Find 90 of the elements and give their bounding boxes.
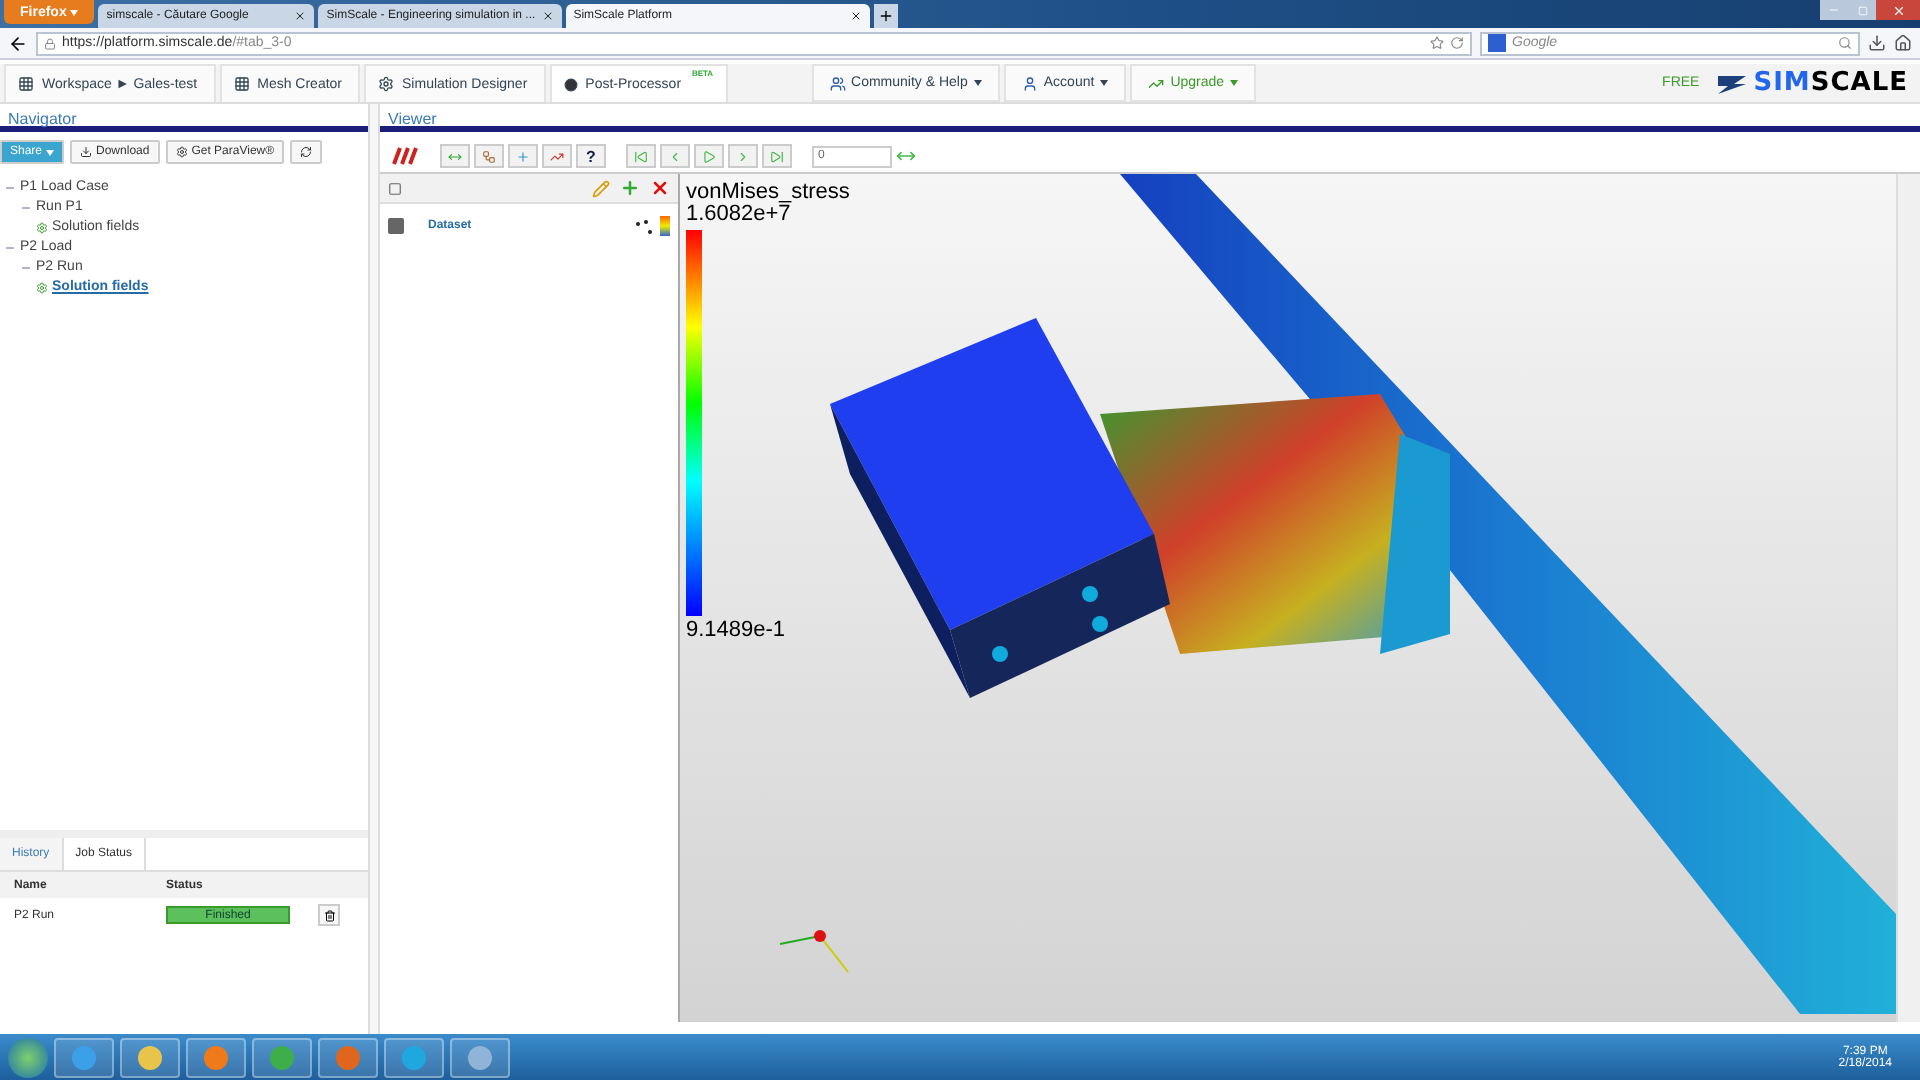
delete-icon[interactable] [650, 178, 670, 198]
caret-icon [973, 80, 982, 86]
logo-text: SIMSCALE [1753, 68, 1908, 98]
skip-forward-icon [770, 149, 784, 163]
maximize-icon [1857, 5, 1867, 15]
chevron-right-icon [736, 149, 750, 163]
arrow-up-icon [1148, 75, 1165, 91]
start-button[interactable] [8, 1037, 48, 1077]
refresh-icon [300, 146, 313, 158]
user-icon [1021, 75, 1038, 91]
minimize-button[interactable] [1820, 0, 1848, 20]
search-engine-icon [1488, 34, 1506, 52]
caret-icon [70, 9, 79, 15]
taskbar-app[interactable] [120, 1037, 180, 1077]
home-icon[interactable] [1894, 34, 1912, 52]
panel-title: Viewer [380, 104, 1920, 132]
stretch-icon[interactable] [896, 146, 916, 166]
close-icon[interactable] [294, 10, 307, 22]
users-icon [829, 75, 846, 91]
axes-button[interactable] [474, 144, 504, 168]
grid-icon [233, 76, 250, 92]
dots-icon [636, 219, 652, 233]
nodes-icon [482, 149, 496, 163]
refresh-button[interactable] [290, 140, 323, 164]
previous-frame-button[interactable] [660, 144, 690, 168]
add-icon[interactable] [620, 178, 640, 198]
app-icon [72, 1045, 96, 1069]
close-button[interactable] [1876, 0, 1920, 20]
app-icon [270, 1045, 294, 1069]
lock-icon [44, 37, 56, 49]
chevron-left-icon [668, 149, 682, 163]
close-icon[interactable] [849, 10, 862, 22]
scrollbar[interactable] [1896, 174, 1920, 1022]
reload-icon[interactable] [1450, 36, 1464, 50]
back-icon[interactable] [8, 33, 28, 53]
3d-viewport[interactable]: vonMises_stress 1.6082e+7 9.1489e-1 [680, 174, 1896, 1022]
search-icon [1838, 36, 1852, 50]
trash-icon [323, 909, 335, 921]
taskbar-app[interactable] [318, 1037, 378, 1077]
delete-button[interactable] [318, 904, 340, 926]
caret-icon [1100, 80, 1109, 86]
device-icon [388, 181, 402, 195]
color-map-icon [660, 216, 670, 236]
gear-icon [175, 146, 188, 158]
legend-min: 9.1489e-1 [686, 620, 788, 642]
taskbar-app[interactable] [54, 1037, 114, 1077]
last-frame-button[interactable] [762, 144, 792, 168]
gear-icon [36, 221, 48, 233]
download-icon [80, 146, 93, 158]
panel-title: Navigator [0, 104, 368, 132]
legend-title: vonMises_stress [686, 182, 850, 204]
next-frame-button[interactable] [728, 144, 758, 168]
app-icon [138, 1045, 162, 1069]
workspace-icon [18, 76, 34, 92]
star-icon[interactable] [1430, 36, 1444, 50]
maximize-button[interactable] [1848, 0, 1876, 20]
skip-back-icon [634, 149, 648, 163]
caret-icon [46, 149, 55, 155]
minimize-icon [1828, 4, 1840, 16]
logo-icon [1715, 71, 1748, 95]
center-button[interactable] [508, 144, 538, 168]
plus-icon [516, 149, 530, 163]
taskbar-app[interactable] [384, 1037, 444, 1077]
new-tab-button[interactable] [873, 4, 898, 28]
cube-icon [388, 218, 404, 234]
trend-icon [550, 149, 564, 163]
first-frame-button[interactable] [626, 144, 656, 168]
app-icon [204, 1045, 228, 1069]
app-icon [468, 1045, 492, 1069]
fit-view-button[interactable] [440, 144, 470, 168]
download-icon[interactable] [1868, 34, 1886, 52]
taskbar-app[interactable] [186, 1037, 246, 1077]
logo-icon [392, 146, 420, 166]
circle-icon [563, 77, 578, 91]
play-button[interactable] [694, 144, 724, 168]
caret-icon [1230, 80, 1239, 86]
arrows-icon [448, 149, 462, 163]
gear-icon [36, 281, 48, 293]
help-button[interactable]: ? [576, 144, 606, 168]
app-icon [402, 1045, 426, 1069]
close-icon [1891, 3, 1905, 17]
close-icon[interactable] [541, 10, 554, 22]
taskbar-app[interactable] [450, 1037, 510, 1077]
pencil-icon[interactable] [592, 179, 610, 197]
play-icon [702, 149, 716, 163]
legend-max: 1.6082e+7 [686, 204, 791, 226]
plus-icon [877, 8, 894, 24]
taskbar-app[interactable] [252, 1037, 312, 1077]
app-icon [336, 1045, 360, 1069]
chart-button[interactable] [542, 144, 572, 168]
